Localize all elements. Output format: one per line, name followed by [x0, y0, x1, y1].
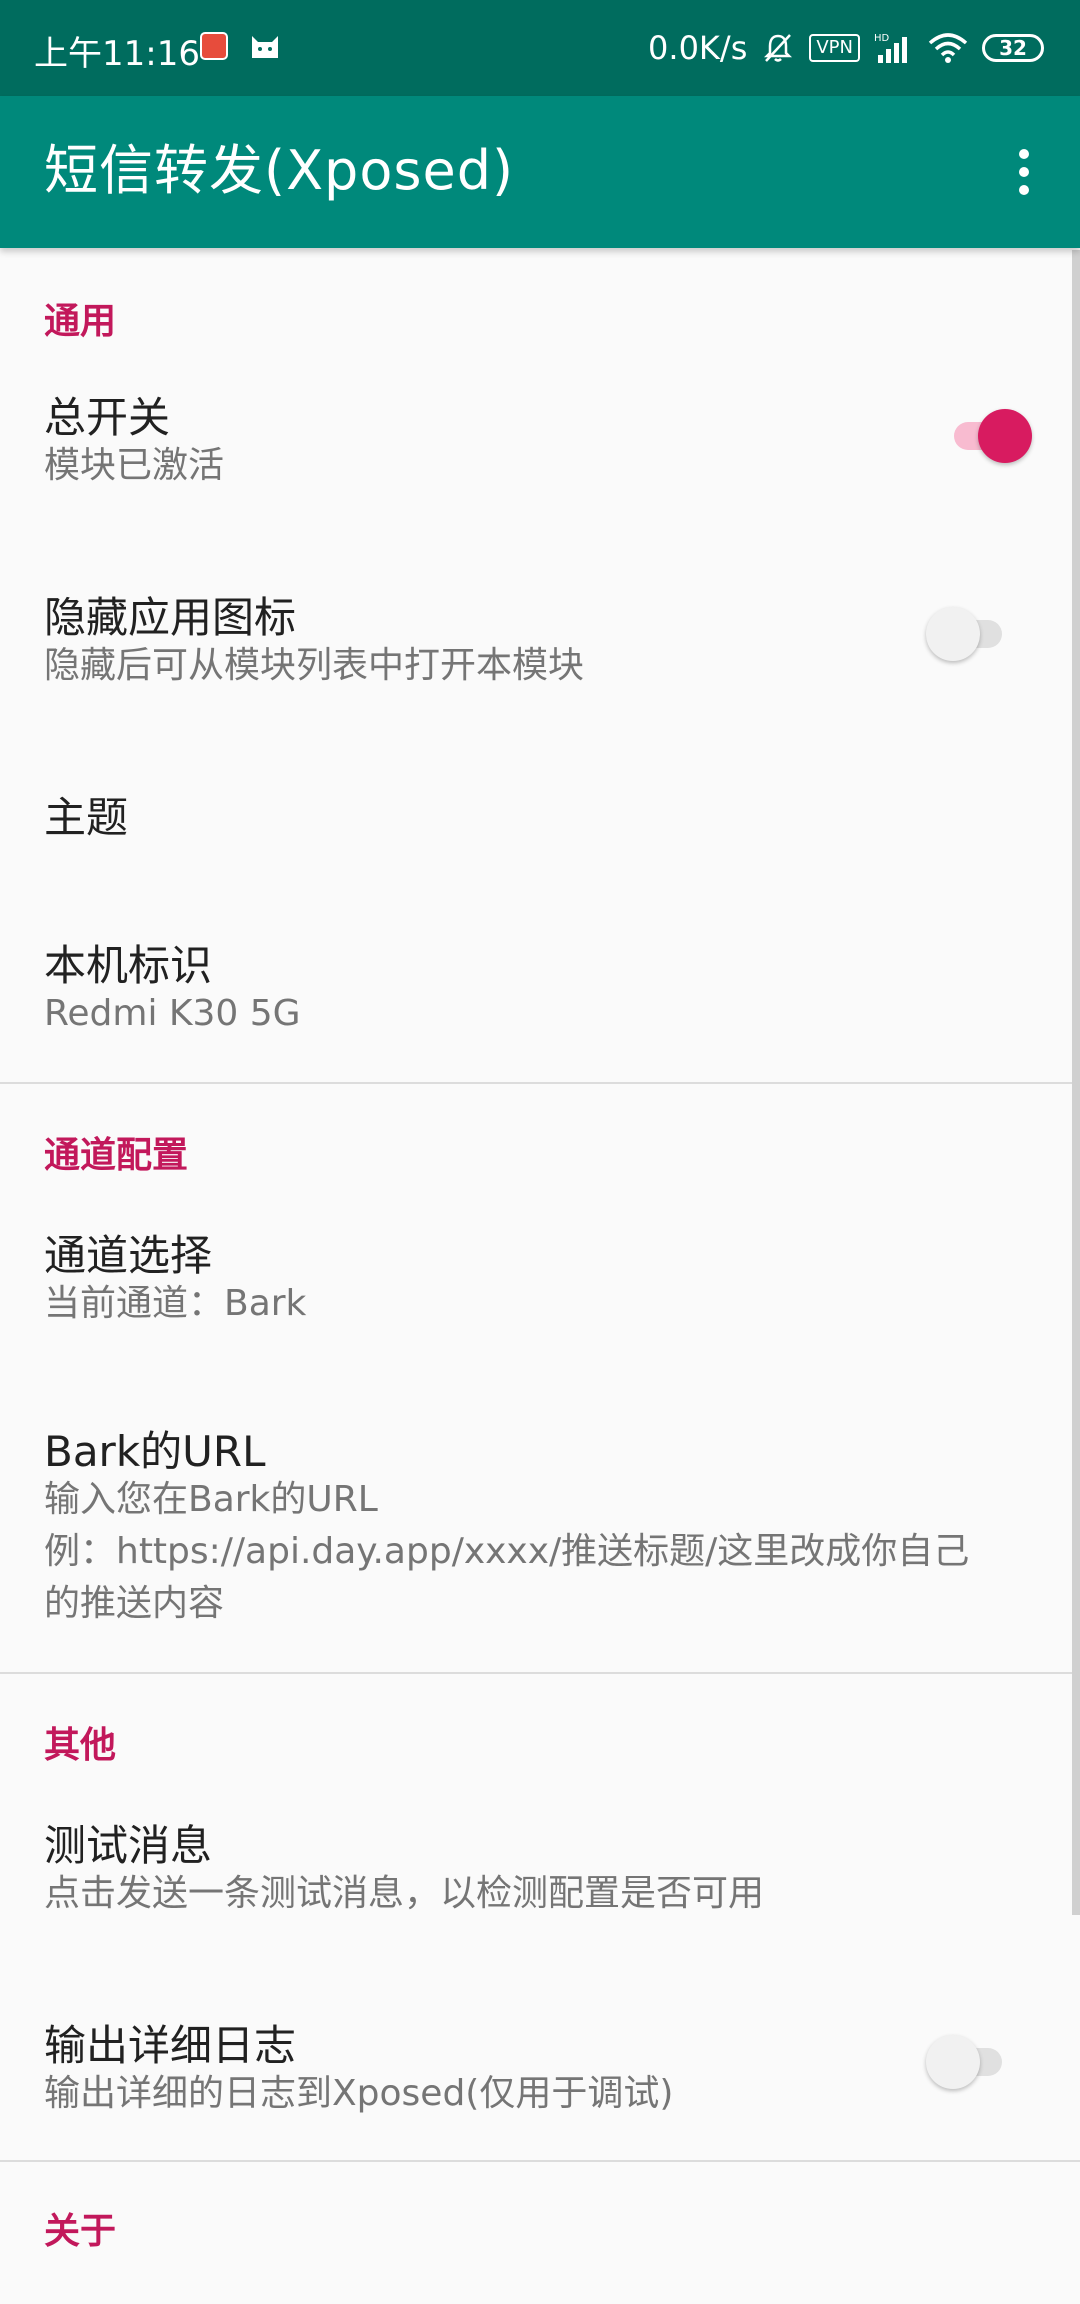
hide-icon-toggle[interactable]: [926, 604, 1006, 664]
pref-summary: 输出详细的日志到Xposed(仅用于调试): [44, 2073, 674, 2114]
pref-title: 隐藏应用图标: [44, 593, 297, 642]
pref-title: 输出详细日志: [44, 2021, 297, 2070]
status-time: 上午11:16: [34, 34, 200, 74]
app-bar: 短信转发(Xposed): [0, 96, 1080, 248]
section-header-channel: 通道配置: [44, 1135, 189, 1176]
overflow-menu-icon[interactable]: [994, 142, 1054, 202]
pref-summary: 点击发送一条测试消息，以检测配置是否可用: [44, 1873, 765, 1914]
master-switch-toggle[interactable]: [950, 406, 1032, 466]
section-header-general: 通用: [44, 301, 117, 342]
network-speed: 0.0K/s: [648, 29, 748, 67]
vpn-badge: VPN: [809, 34, 860, 62]
status-bar: 上午11:16 0.0K/s VPN HD 32: [0, 0, 1080, 96]
pref-title: 本机标识: [44, 941, 213, 990]
signal-icon: HD: [874, 33, 907, 63]
pref-title: 总开关: [44, 393, 171, 442]
status-indicators: 0.0K/s VPN HD 32: [648, 24, 1044, 72]
pref-title: Bark的URL: [44, 1427, 266, 1476]
pref-summary: Redmi K30 5G: [44, 993, 301, 1034]
mute-bell-icon: [764, 34, 793, 62]
pref-summary: 模块已激活: [44, 445, 225, 486]
verbose-log-toggle[interactable]: [926, 2032, 1006, 2092]
notification-app-icon: [200, 32, 228, 60]
pref-title: 通道选择: [44, 1231, 213, 1280]
section-header-other: 其他: [44, 1725, 117, 1766]
svg-text:HD: HD: [874, 33, 890, 44]
section-header-about: 关于: [44, 2211, 117, 2252]
pref-title: 主题: [44, 793, 129, 842]
section-divider: [0, 1082, 1080, 1084]
section-divider: [0, 2160, 1080, 2162]
pref-title: 测试消息: [44, 1821, 213, 1870]
wifi-icon: [928, 33, 968, 63]
pref-summary: 隐藏后可从模块列表中打开本模块: [44, 645, 585, 686]
pref-summary: 当前通道：Bark: [44, 1283, 307, 1324]
section-divider: [0, 1672, 1080, 1674]
pref-summary: 输入您在Bark的URL: [44, 1479, 378, 1520]
app-title: 短信转发(Xposed): [44, 139, 515, 202]
scrollbar[interactable]: [1072, 250, 1080, 1915]
pref-summary: 例：https://api.day.app/xxxx/推送标题/这里改成你自己: [44, 1531, 970, 1572]
cat-app-icon: [252, 36, 278, 58]
pref-summary: 的推送内容: [44, 1583, 225, 1624]
battery-indicator: 32: [982, 34, 1044, 62]
